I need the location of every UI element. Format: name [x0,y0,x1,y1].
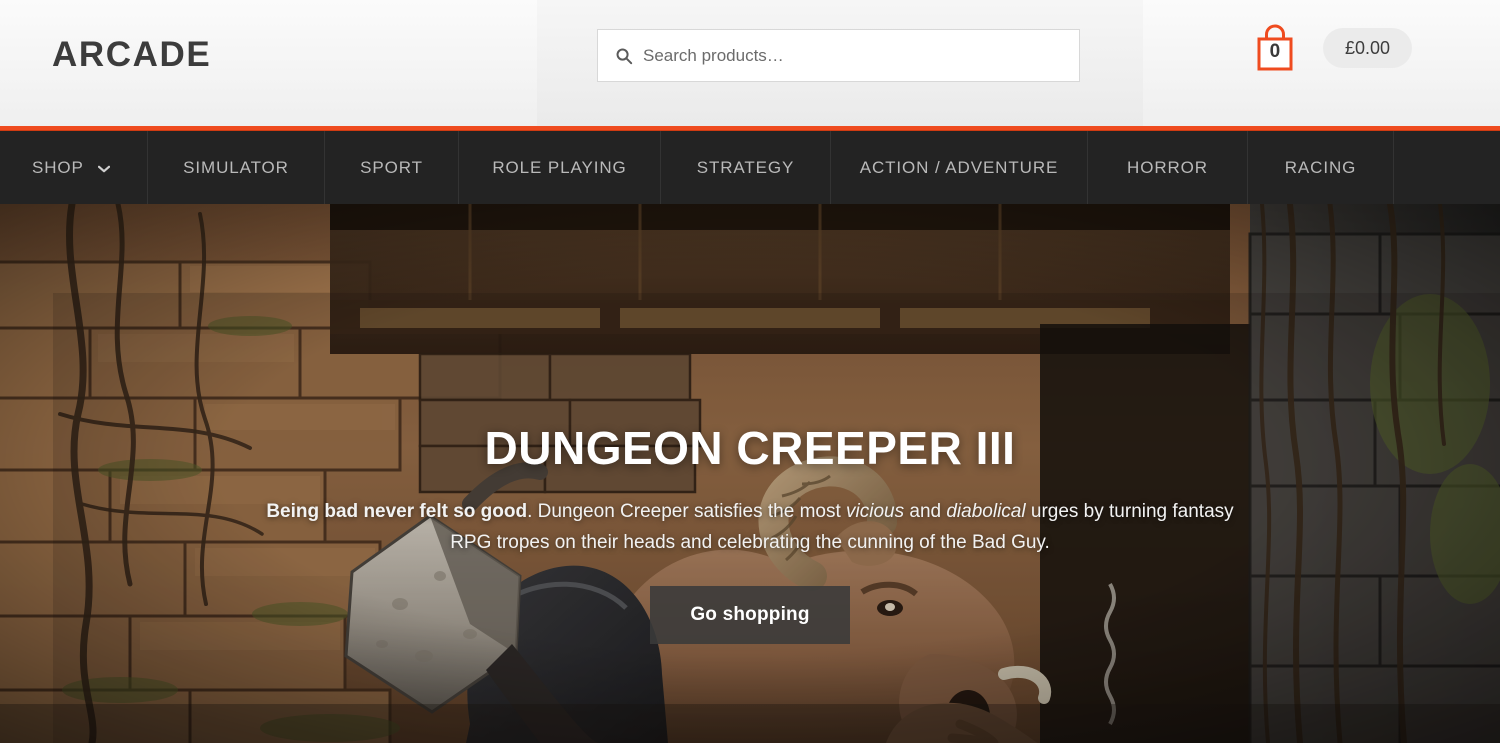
nav-item-sport[interactable]: SPORT [325,131,459,204]
search-box[interactable] [597,29,1080,82]
nav-item-label: STRATEGY [696,157,795,177]
header-accent-rule [0,126,1500,131]
hero-description-after-lead: . Dungeon Creeper satisfies the most [527,501,847,522]
hero-banner: DUNGEON CREEPER III Being bad never felt… [0,204,1500,743]
nav-item-label: SHOP [32,157,84,177]
nav-item-label: ROLE PLAYING [492,157,627,177]
cart-total-amount[interactable]: £0.00 [1322,28,1412,68]
hero-content: DUNGEON CREEPER III Being bad never felt… [0,204,1500,743]
nav-item-label: HORROR [1127,157,1208,177]
nav-item-label: ACTION / ADVENTURE [859,157,1059,177]
shopping-bag-icon[interactable]: 0 [1253,22,1297,74]
nav-item-simulator[interactable]: SIMULATOR [148,131,325,204]
nav-empty-space [1394,131,1500,204]
nav-item-label: SPORT [360,157,423,177]
hero-description-emphasis-1: vicious [846,501,905,522]
search-icon [615,47,633,65]
go-shopping-button[interactable]: Go shopping [650,586,850,644]
cart-item-count: 0 [1269,41,1281,62]
search-input[interactable] [598,30,1079,81]
site-logo[interactable]: ARCADE [52,33,211,77]
nav-item-action-adventure[interactable]: ACTION / ADVENTURE [831,131,1088,204]
nav-item-horror[interactable]: HORROR [1088,131,1248,204]
hero-description-lead: Being bad never felt so good [266,501,528,522]
chevron-down-icon [97,158,110,178]
nav-item-shop[interactable]: SHOP [0,131,148,204]
nav-item-role-playing[interactable]: ROLE PLAYING [459,131,661,204]
hero-title: DUNGEON CREEPER III [484,422,1016,474]
site-header: ARCADE 0 £0.00 [0,0,1500,126]
cart-area: 0 £0.00 [1253,22,1412,74]
hero-description-between: and [904,501,947,522]
nav-item-label: SIMULATOR [183,157,289,177]
nav-item-label: RACING [1284,157,1357,177]
page-root: ARCADE 0 £0.00 [0,0,1500,743]
hero-description-emphasis-2: diabolical [946,501,1026,522]
search-container [597,29,1080,82]
nav-item-racing[interactable]: RACING [1248,131,1394,204]
primary-navigation: SHOP SIMULATOR SPORT ROLE PLAYING STRATE… [0,131,1500,204]
nav-item-strategy[interactable]: STRATEGY [661,131,831,204]
hero-description: Being bad never felt so good. Dungeon Cr… [245,496,1255,558]
